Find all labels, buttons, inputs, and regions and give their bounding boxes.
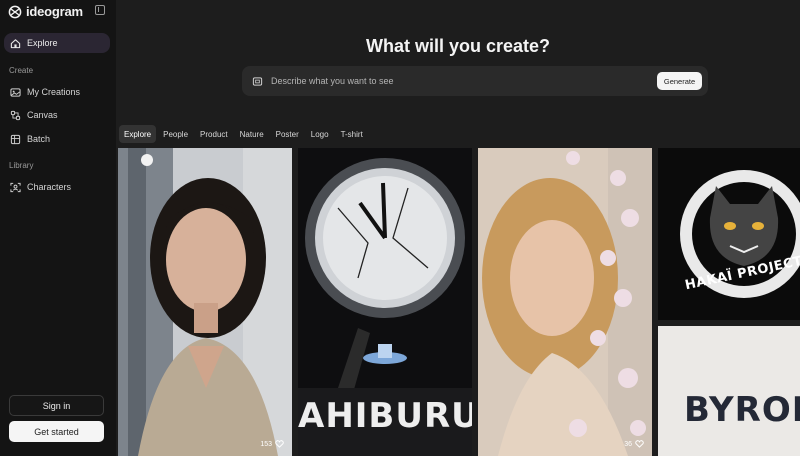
tab-nature[interactable]: Nature — [235, 125, 269, 143]
gallery-card-clock-poster[interactable]: AHIBURU — [298, 148, 472, 456]
sidebar-item-label: Explore — [27, 38, 58, 48]
tab-product[interactable]: Product — [195, 125, 233, 143]
batch-icon — [10, 134, 21, 144]
sidebar-item-label: My Creations — [27, 87, 81, 97]
image-upload-icon[interactable] — [252, 76, 263, 87]
character-focus-icon — [10, 182, 21, 192]
byron-text: BYRON — [684, 390, 800, 430]
sidebar-item-canvas[interactable]: Canvas — [10, 108, 58, 122]
brand[interactable]: ideogram — [8, 4, 83, 19]
like-count[interactable]: 153 — [260, 440, 284, 448]
tab-tshirt[interactable]: T-shirt — [336, 125, 368, 143]
gallery-card-flower-portrait[interactable]: 36 — [478, 148, 652, 456]
portrait-image — [118, 148, 292, 456]
poster-title: AHIBURU — [298, 396, 472, 436]
heart-icon — [635, 440, 644, 448]
page-title: What will you create? — [365, 36, 551, 56]
brand-name: ideogram — [26, 4, 83, 19]
heart-icon — [275, 440, 284, 448]
category-tabs: Explore People Product Nature Poster Log… — [119, 125, 368, 143]
sidebar-item-characters[interactable]: Characters — [10, 180, 71, 194]
generate-button[interactable]: Generate — [657, 72, 702, 90]
get-started-button[interactable]: Get started — [9, 421, 104, 442]
gallery-card-portrait[interactable]: 153 — [118, 148, 292, 456]
prompt-bar[interactable]: Describe what you want to see Generate — [242, 66, 708, 96]
canvas-icon — [10, 110, 21, 120]
main-content: What will you create? Describe what you … — [116, 0, 800, 456]
sidebar-item-label: Batch — [27, 134, 51, 144]
like-count[interactable]: 36 — [624, 440, 644, 448]
tab-explore[interactable]: Explore — [119, 125, 157, 143]
sidebar-item-label: Characters — [27, 182, 72, 192]
gallery-card-byron[interactable]: BYRON — [658, 326, 800, 456]
sidebar-item-my-creations[interactable]: My Creations — [10, 85, 80, 99]
tab-poster[interactable]: Poster — [271, 125, 304, 143]
gallery-card-cat-logo[interactable]: HAKAÏ PROJECT — [658, 148, 800, 320]
sidebar-item-explore[interactable]: Explore — [4, 33, 110, 53]
collapse-sidebar-icon[interactable] — [95, 5, 105, 15]
home-icon — [10, 38, 21, 48]
flower-portrait-image — [478, 148, 652, 456]
section-library: Library — [9, 161, 34, 170]
sign-in-button[interactable]: Sign in — [9, 395, 104, 416]
ideogram-logo-icon — [8, 5, 22, 18]
sidebar-item-label: Canvas — [27, 110, 58, 120]
tab-logo[interactable]: Logo — [306, 125, 334, 143]
sidebar-item-batch[interactable]: Batch — [10, 132, 50, 146]
prompt-input[interactable]: Describe what you want to see — [271, 76, 394, 86]
cat-logo-image — [658, 148, 800, 320]
tab-people[interactable]: People — [158, 125, 193, 143]
images-icon — [10, 87, 21, 97]
sidebar: ideogram Explore Create My Creations Can… — [0, 0, 116, 456]
section-create: Create — [9, 66, 34, 75]
